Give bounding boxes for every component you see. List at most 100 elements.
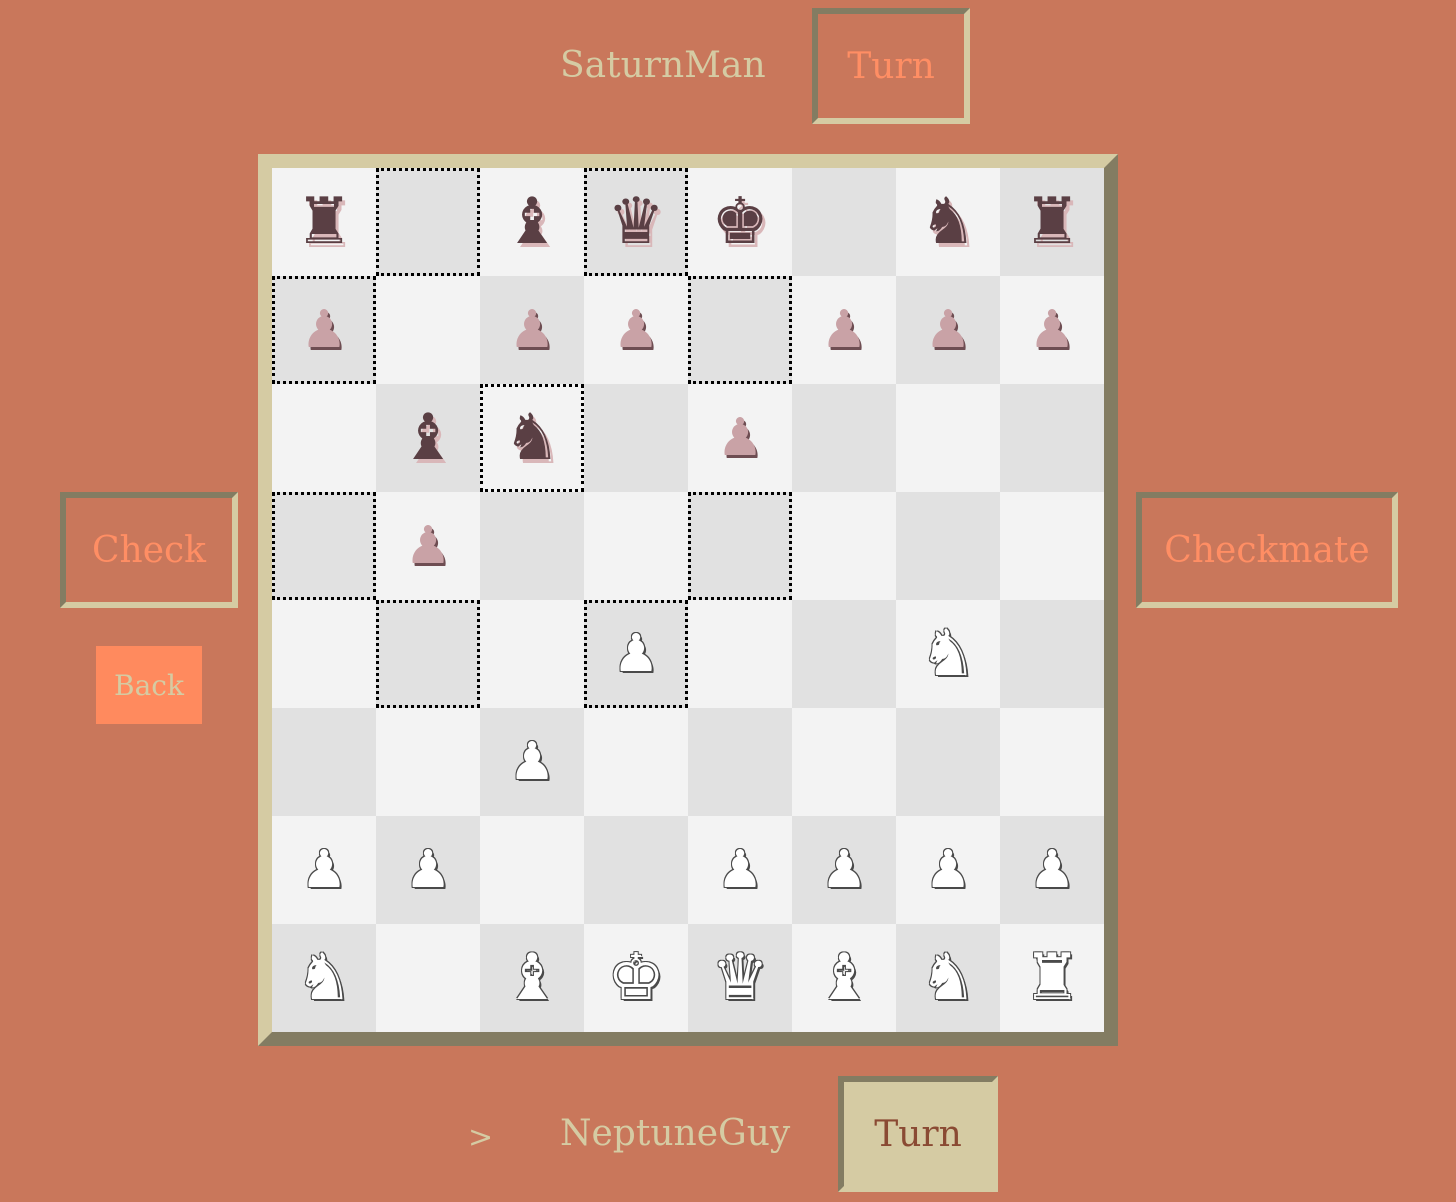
board-square[interactable] bbox=[792, 168, 896, 276]
board-square[interactable]: ♟ bbox=[792, 816, 896, 924]
black-king-icon[interactable]: ♚ bbox=[711, 190, 768, 254]
board-square[interactable] bbox=[584, 816, 688, 924]
board-square[interactable]: ♝ bbox=[480, 924, 584, 1032]
board-square[interactable] bbox=[688, 600, 792, 708]
back-button[interactable]: Back bbox=[96, 646, 202, 724]
board-square[interactable] bbox=[376, 924, 480, 1032]
black-pawn-icon[interactable]: ♟ bbox=[717, 412, 764, 464]
black-bishop-icon[interactable]: ♝ bbox=[503, 190, 560, 254]
white-queen-icon[interactable]: ♛ bbox=[711, 946, 768, 1010]
board-square[interactable] bbox=[376, 168, 480, 276]
board-square[interactable]: ♝ bbox=[480, 168, 584, 276]
board-square[interactable] bbox=[688, 276, 792, 384]
board-square[interactable]: ♜ bbox=[272, 168, 376, 276]
board-square[interactable]: ♟ bbox=[376, 816, 480, 924]
board-square[interactable]: ♟ bbox=[480, 708, 584, 816]
board-square[interactable]: ♟ bbox=[1000, 816, 1104, 924]
white-knight-icon[interactable]: ♞ bbox=[919, 622, 976, 686]
black-knight-icon[interactable]: ♞ bbox=[919, 190, 976, 254]
black-rook-icon[interactable]: ♜ bbox=[295, 190, 352, 254]
board-square[interactable] bbox=[896, 492, 1000, 600]
board-square[interactable] bbox=[688, 708, 792, 816]
white-rook-icon[interactable]: ♜ bbox=[1023, 946, 1080, 1010]
board-square[interactable] bbox=[480, 492, 584, 600]
black-bishop-icon[interactable]: ♝ bbox=[399, 406, 456, 470]
board-square[interactable] bbox=[1000, 384, 1104, 492]
board-square[interactable] bbox=[1000, 492, 1104, 600]
white-knight-icon[interactable]: ♞ bbox=[295, 946, 352, 1010]
black-pawn-icon[interactable]: ♟ bbox=[613, 304, 660, 356]
board-square[interactable] bbox=[1000, 600, 1104, 708]
board-square[interactable] bbox=[480, 600, 584, 708]
black-queen-icon[interactable]: ♛ bbox=[607, 190, 664, 254]
board-square[interactable]: ♟ bbox=[584, 276, 688, 384]
board-square[interactable] bbox=[792, 600, 896, 708]
board-square[interactable]: ♟ bbox=[792, 276, 896, 384]
black-pawn-icon[interactable]: ♟ bbox=[821, 304, 868, 356]
black-rook-icon[interactable]: ♜ bbox=[1023, 190, 1080, 254]
board-square[interactable]: ♟ bbox=[1000, 276, 1104, 384]
board-square[interactable]: ♞ bbox=[896, 600, 1000, 708]
board-square[interactable]: ♟ bbox=[376, 492, 480, 600]
check-button[interactable]: Check bbox=[60, 492, 238, 608]
black-pawn-icon[interactable]: ♟ bbox=[301, 304, 348, 356]
board-square[interactable]: ♞ bbox=[480, 384, 584, 492]
board-square[interactable]: ♚ bbox=[688, 168, 792, 276]
board-square[interactable]: ♟ bbox=[896, 816, 1000, 924]
white-bishop-icon[interactable]: ♝ bbox=[815, 946, 872, 1010]
board-square[interactable]: ♟ bbox=[584, 600, 688, 708]
board-square[interactable]: ♝ bbox=[792, 924, 896, 1032]
board-square[interactable]: ♛ bbox=[688, 924, 792, 1032]
white-knight-icon[interactable]: ♞ bbox=[919, 946, 976, 1010]
board-square[interactable]: ♝ bbox=[376, 384, 480, 492]
black-pawn-icon[interactable]: ♟ bbox=[1029, 304, 1076, 356]
board-square[interactable]: ♟ bbox=[688, 816, 792, 924]
bottom-turn-button[interactable]: Turn bbox=[838, 1076, 998, 1192]
white-pawn-icon[interactable]: ♟ bbox=[405, 844, 452, 896]
board-square[interactable] bbox=[792, 384, 896, 492]
board-square[interactable] bbox=[272, 708, 376, 816]
board-square[interactable] bbox=[272, 600, 376, 708]
white-king-icon[interactable]: ♚ bbox=[607, 946, 664, 1010]
board-square[interactable] bbox=[272, 492, 376, 600]
board-square[interactable]: ♞ bbox=[896, 924, 1000, 1032]
board-square[interactable]: ♞ bbox=[896, 168, 1000, 276]
board-square[interactable] bbox=[584, 384, 688, 492]
black-pawn-icon[interactable]: ♟ bbox=[405, 520, 452, 572]
board-square[interactable] bbox=[480, 816, 584, 924]
board-square[interactable]: ♟ bbox=[272, 276, 376, 384]
board-square[interactable]: ♟ bbox=[896, 276, 1000, 384]
board-square[interactable]: ♟ bbox=[688, 384, 792, 492]
board-square[interactable] bbox=[1000, 708, 1104, 816]
board-square[interactable]: ♜ bbox=[1000, 924, 1104, 1032]
board-square[interactable] bbox=[272, 384, 376, 492]
white-pawn-icon[interactable]: ♟ bbox=[821, 844, 868, 896]
board-square[interactable] bbox=[376, 600, 480, 708]
board-square[interactable] bbox=[376, 276, 480, 384]
board-square[interactable] bbox=[376, 708, 480, 816]
board-square[interactable]: ♚ bbox=[584, 924, 688, 1032]
board-square[interactable] bbox=[792, 492, 896, 600]
board-square[interactable]: ♟ bbox=[272, 816, 376, 924]
black-knight-icon[interactable]: ♞ bbox=[503, 406, 560, 470]
checkmate-button[interactable]: Checkmate bbox=[1136, 492, 1398, 608]
board-square[interactable]: ♛ bbox=[584, 168, 688, 276]
board-square[interactable] bbox=[896, 708, 1000, 816]
board-square[interactable] bbox=[792, 708, 896, 816]
black-pawn-icon[interactable]: ♟ bbox=[925, 304, 972, 356]
board-square[interactable] bbox=[584, 708, 688, 816]
white-pawn-icon[interactable]: ♟ bbox=[925, 844, 972, 896]
board-square[interactable] bbox=[688, 492, 792, 600]
board-square[interactable] bbox=[896, 384, 1000, 492]
white-pawn-icon[interactable]: ♟ bbox=[509, 736, 556, 788]
white-pawn-icon[interactable]: ♟ bbox=[717, 844, 764, 896]
white-pawn-icon[interactable]: ♟ bbox=[1029, 844, 1076, 896]
black-pawn-icon[interactable]: ♟ bbox=[509, 304, 556, 356]
board-square[interactable]: ♟ bbox=[480, 276, 584, 384]
white-pawn-icon[interactable]: ♟ bbox=[301, 844, 348, 896]
white-bishop-icon[interactable]: ♝ bbox=[503, 946, 560, 1010]
board-square[interactable]: ♞ bbox=[272, 924, 376, 1032]
white-pawn-icon[interactable]: ♟ bbox=[613, 628, 660, 680]
board-square[interactable] bbox=[584, 492, 688, 600]
top-turn-button[interactable]: Turn bbox=[812, 8, 970, 124]
